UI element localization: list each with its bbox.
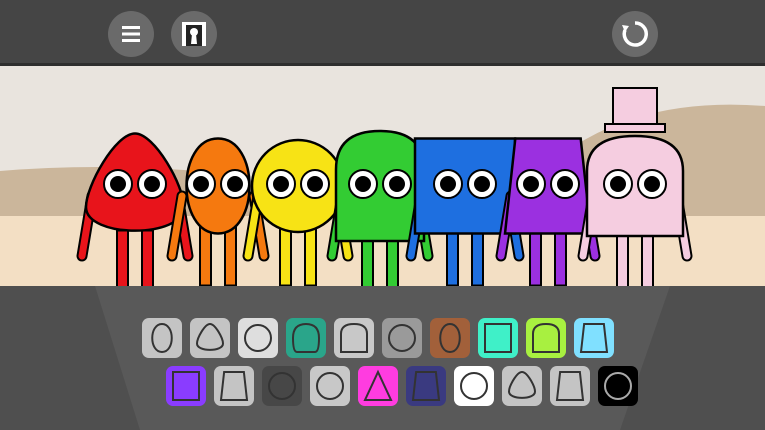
palette-tile-circle[interactable]	[382, 318, 422, 358]
palette-tile-tombstone[interactable]	[334, 318, 374, 358]
keyhole-portrait-icon	[182, 22, 206, 46]
square-icon	[484, 323, 512, 353]
circle-icon	[243, 324, 273, 352]
drop-icon	[195, 322, 225, 351]
reset-button[interactable]	[612, 11, 658, 57]
palette-tile-egg[interactable]	[142, 318, 182, 358]
top-hat	[612, 87, 658, 129]
trapezoid-icon	[555, 371, 585, 401]
palette-tile-trapezoid[interactable]	[574, 318, 614, 358]
tombstone-icon	[532, 322, 560, 353]
character-body	[585, 134, 685, 238]
egg-icon	[439, 322, 461, 354]
trapezoid-icon	[219, 371, 249, 401]
palette-tile-tombstone[interactable]	[526, 318, 566, 358]
panel-backdrop	[95, 286, 670, 430]
egg-icon	[151, 322, 173, 354]
portrait-button[interactable]	[171, 11, 217, 57]
palette-tile-circle[interactable]	[454, 366, 494, 406]
circle-icon	[267, 372, 297, 400]
palette-tile-circle[interactable]	[310, 366, 350, 406]
blob-icon	[291, 322, 321, 353]
trapezoid-icon	[411, 371, 441, 401]
menu-button[interactable]	[108, 11, 154, 57]
palette-tile-trapezoid[interactable]	[214, 366, 254, 406]
palette-tile-square[interactable]	[478, 318, 518, 358]
circle-icon	[315, 372, 345, 400]
reset-icon	[622, 21, 648, 47]
square-icon	[172, 371, 200, 401]
palette-tile-triangle[interactable]	[358, 366, 398, 406]
palette-tile-square[interactable]	[166, 366, 206, 406]
trapezoid-icon	[579, 323, 609, 353]
palette-tile-circle[interactable]	[238, 318, 278, 358]
palette-panel	[0, 286, 765, 430]
palette-tile-egg[interactable]	[430, 318, 470, 358]
palette-tile-trapezoid[interactable]	[406, 366, 446, 406]
circle-icon	[459, 372, 489, 400]
top-bar	[0, 0, 765, 66]
palette-tile-trapezoid[interactable]	[550, 366, 590, 406]
stage-canvas	[0, 66, 765, 286]
circle-icon	[603, 372, 633, 400]
palette-tile-circle[interactable]	[598, 366, 638, 406]
palette-tile-circle[interactable]	[262, 366, 302, 406]
drop-icon	[507, 370, 537, 399]
character-body	[413, 137, 517, 235]
circle-icon	[387, 324, 417, 352]
triangle-icon	[363, 369, 393, 401]
tombstone-icon	[340, 322, 368, 353]
palette-tile-drop[interactable]	[190, 318, 230, 358]
palette-tile-drop[interactable]	[502, 366, 542, 406]
character-body	[250, 138, 346, 234]
palette-tile-blob[interactable]	[286, 318, 326, 358]
menu-icon	[122, 26, 140, 42]
stage-scene	[0, 66, 765, 286]
